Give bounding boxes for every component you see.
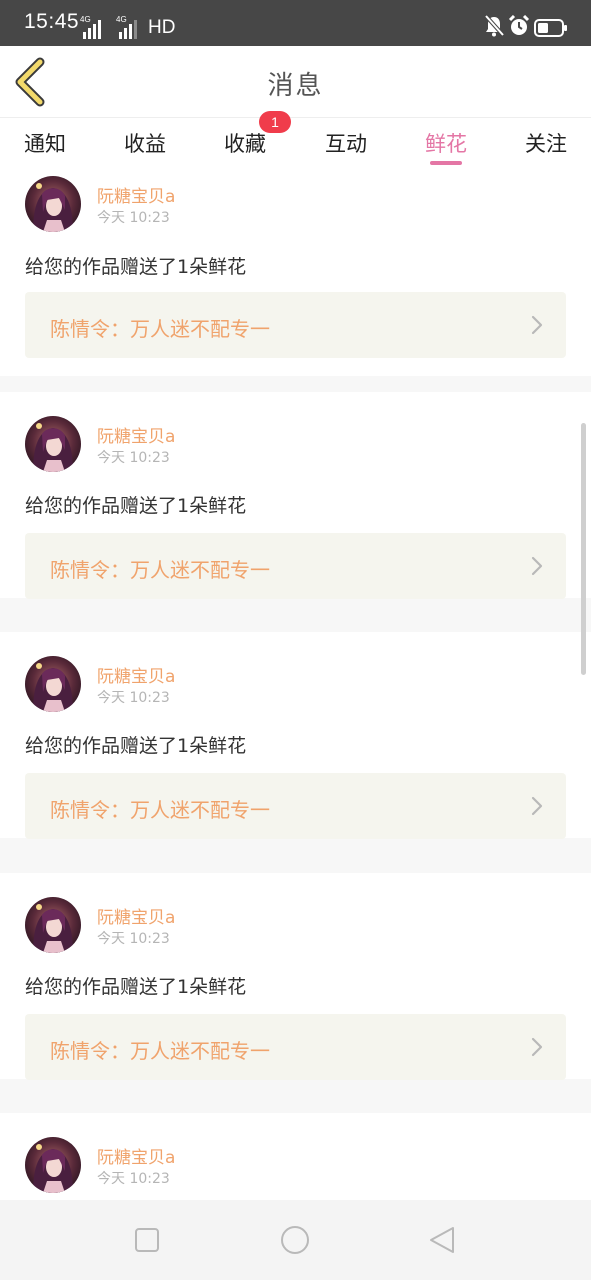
message-text: 给您的作品赠送了1朵鲜花 (25, 976, 247, 998)
message-text: 给您的作品赠送了1朵鲜花 (25, 495, 247, 517)
recent-apps-icon[interactable] (131, 1224, 163, 1256)
tab-flowers[interactable]: 鲜花 (425, 128, 467, 158)
system-nav-bar (0, 1200, 591, 1280)
list-item: 阮糖宝贝a 今天 10:23 给您的作品赠送了1朵鲜花 陈情令：万人迷不配专一 (0, 873, 591, 1080)
avatar[interactable] (25, 897, 81, 953)
list-item: 阮糖宝贝a 今天 10:23 给您的作品赠送了1朵鲜花 陈情令：万人迷不配专一 (0, 170, 591, 376)
list-item: 阮糖宝贝a 今天 10:23 给您的作品赠送了1朵鲜花 陈情令：万人迷不配专一 (0, 392, 591, 599)
home-icon[interactable] (279, 1224, 311, 1256)
timestamp: 今天 10:23 (97, 1171, 170, 1187)
chevron-right-icon (531, 796, 543, 816)
sender-name[interactable]: 阮糖宝贝a (97, 662, 175, 687)
tab-notifications[interactable]: 通知 (24, 128, 66, 158)
work-link[interactable]: 陈情令：万人迷不配专一 (25, 773, 566, 839)
page-title: 消息 (267, 71, 324, 101)
avatar[interactable] (25, 416, 81, 472)
sender-name[interactable]: 阮糖宝贝a (97, 182, 175, 207)
tab-follows[interactable]: 关注 (525, 128, 567, 158)
tab-bar: 通知 收益 收藏 互动 鲜花 关注 (0, 118, 591, 170)
sender-name[interactable]: 阮糖宝贝a (97, 422, 175, 447)
avatar[interactable] (25, 1137, 81, 1193)
sender-name[interactable]: 阮糖宝贝a (97, 1143, 175, 1168)
avatar[interactable] (25, 656, 81, 712)
battery-icon (534, 19, 567, 37)
tab-favorites[interactable]: 收藏 (224, 128, 266, 158)
work-link[interactable]: 陈情令：万人迷不配专一 (25, 533, 566, 599)
list-item: 阮糖宝贝a 今天 10:23 给您的作品赠送了1朵鲜花 陈情令：万人迷不配专一 (0, 632, 591, 839)
message-text: 给您的作品赠送了1朵鲜花 (25, 735, 247, 757)
scrollbar[interactable] (581, 423, 586, 675)
work-title: 陈情令：万人迷不配专一 (50, 798, 270, 822)
status-time: 15:45 (24, 10, 80, 33)
work-title: 陈情令：万人迷不配专一 (50, 558, 270, 582)
flower-message-list: 阮糖宝贝a 今天 10:23 给您的作品赠送了1朵鲜花 陈情令：万人迷不配专一 … (0, 170, 591, 1200)
message-text: 给您的作品赠送了1朵鲜花 (25, 256, 247, 278)
work-link[interactable]: 陈情令：万人迷不配专一 (25, 292, 566, 358)
app-header: 消息 (0, 46, 591, 118)
chevron-right-icon (531, 1037, 543, 1057)
mute-bell-icon (484, 15, 504, 37)
timestamp: 今天 10:23 (97, 690, 170, 706)
status-bar: 15:45 4G 4G HD (0, 0, 591, 46)
avatar[interactable] (25, 176, 81, 232)
back-triangle-icon[interactable] (426, 1224, 458, 1256)
work-link[interactable]: 陈情令：万人迷不配专一 (25, 1014, 566, 1080)
tab-earnings[interactable]: 收益 (124, 128, 166, 158)
signal-icon: 4G (116, 15, 144, 39)
work-title: 陈情令：万人迷不配专一 (50, 317, 270, 341)
unread-badge: 1 (259, 111, 291, 133)
tab-interactions[interactable]: 互动 (325, 128, 367, 158)
timestamp: 今天 10:23 (97, 210, 170, 226)
chevron-right-icon (531, 556, 543, 576)
signal-icon: 4G (80, 15, 108, 39)
work-title: 陈情令：万人迷不配专一 (50, 1039, 270, 1063)
timestamp: 今天 10:23 (97, 450, 170, 466)
timestamp: 今天 10:23 (97, 931, 170, 947)
list-item: 阮糖宝贝a 今天 10:23 (0, 1113, 591, 1200)
alarm-icon (508, 15, 530, 35)
chevron-right-icon (531, 315, 543, 335)
active-tab-indicator (430, 161, 462, 165)
hd-indicator: HD (148, 17, 176, 38)
sender-name[interactable]: 阮糖宝贝a (97, 903, 175, 928)
